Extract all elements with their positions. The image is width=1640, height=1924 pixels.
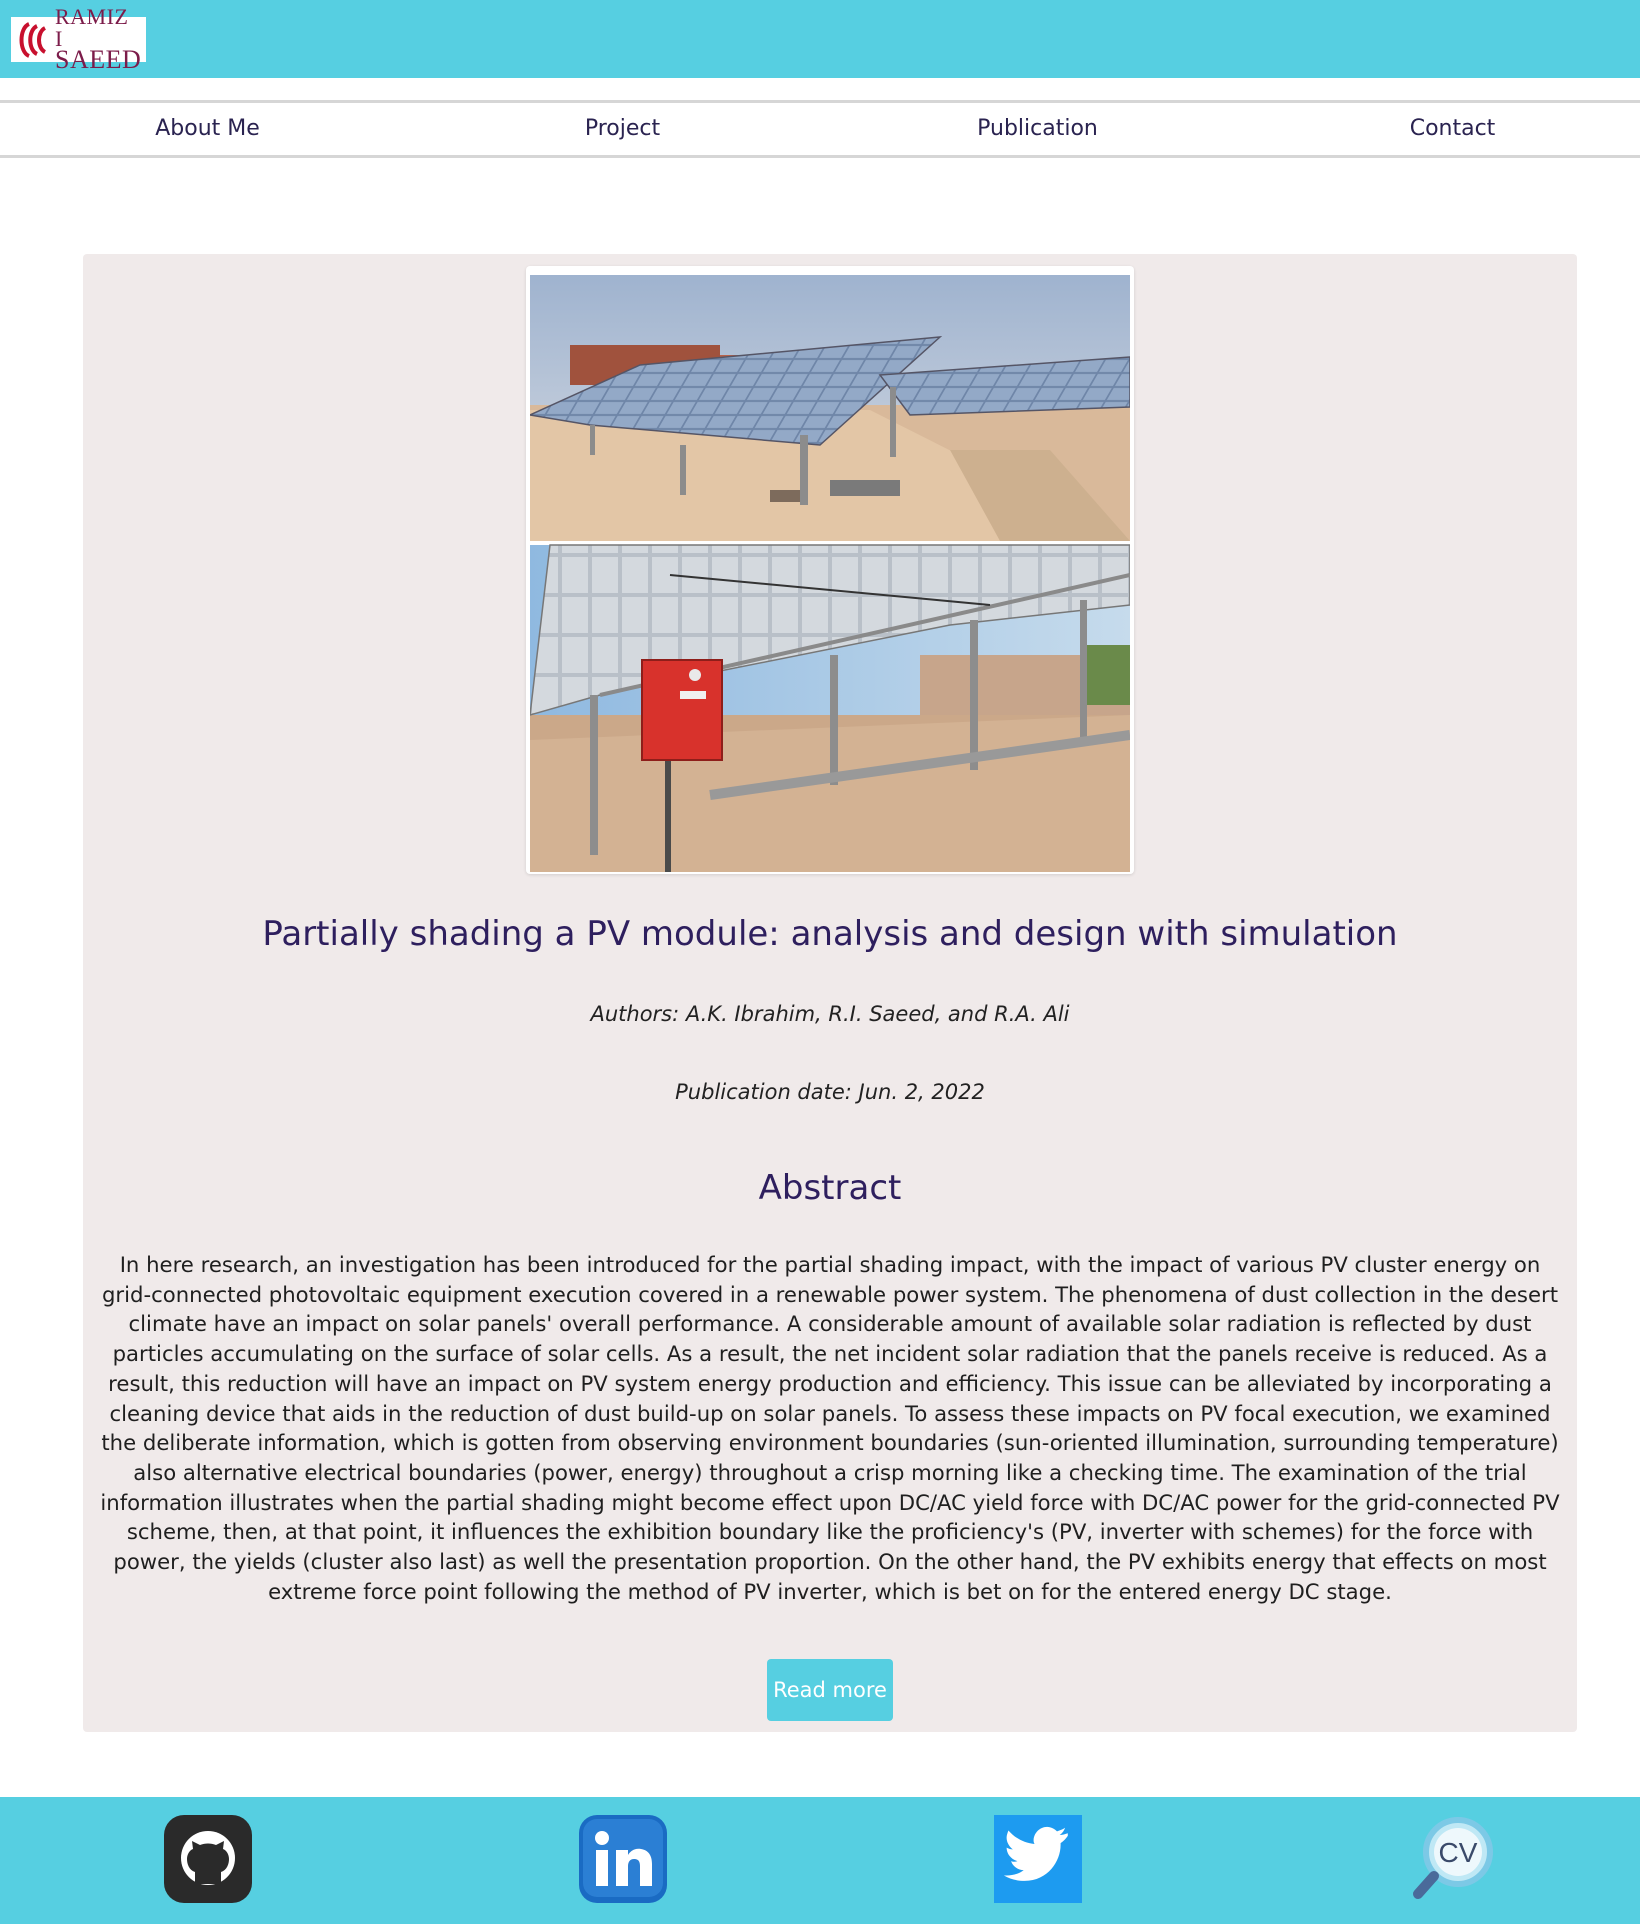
nav-about-me[interactable]: About Me (0, 103, 415, 155)
read-more-button[interactable]: Read more (767, 1659, 893, 1721)
twitter-icon (994, 1815, 1082, 1903)
publication-authors: Authors: A.K. Ibrahim, R.I. Saeed, and R… (590, 1002, 1070, 1026)
abstract-heading: Abstract (758, 1168, 902, 1208)
twitter-link[interactable] (993, 1814, 1083, 1904)
publication-image-frame (526, 266, 1134, 874)
top-header-bar: RAMIZ I SAEED (0, 0, 1640, 78)
cv-icon-label: CV (1439, 1837, 1478, 1868)
logo-line-2: SAEED (55, 45, 142, 74)
github-icon (164, 1815, 252, 1903)
publication-date: Publication date: Jun. 2, 2022 (675, 1080, 985, 1104)
cv-link[interactable]: CV (1408, 1814, 1498, 1904)
solar-panels-photo (530, 275, 1130, 872)
main-nav: About Me Project Publication Contact (0, 100, 1640, 158)
nav-project[interactable]: Project (415, 103, 830, 155)
site-logo[interactable]: RAMIZ I SAEED (11, 6, 146, 73)
publication-card: Partially shading a PV module: analysis … (83, 254, 1577, 1732)
nav-publication[interactable]: Publication (830, 103, 1245, 155)
publication-title: Partially shading a PV module: analysis … (262, 914, 1398, 954)
cv-icon: CV (1413, 1817, 1493, 1899)
logo-line-1: RAMIZ I (55, 4, 129, 51)
nav-contact[interactable]: Contact (1245, 103, 1640, 155)
abstract-text: In here research, an investigation has b… (100, 1252, 1560, 1604)
logo-text: RAMIZ I SAEED (55, 6, 142, 73)
linkedin-icon (579, 1815, 667, 1903)
github-link[interactable] (163, 1814, 253, 1904)
footer-bar: CV (0, 1797, 1640, 1924)
linkedin-link[interactable] (578, 1814, 668, 1904)
rs-logo-icon (19, 21, 47, 58)
